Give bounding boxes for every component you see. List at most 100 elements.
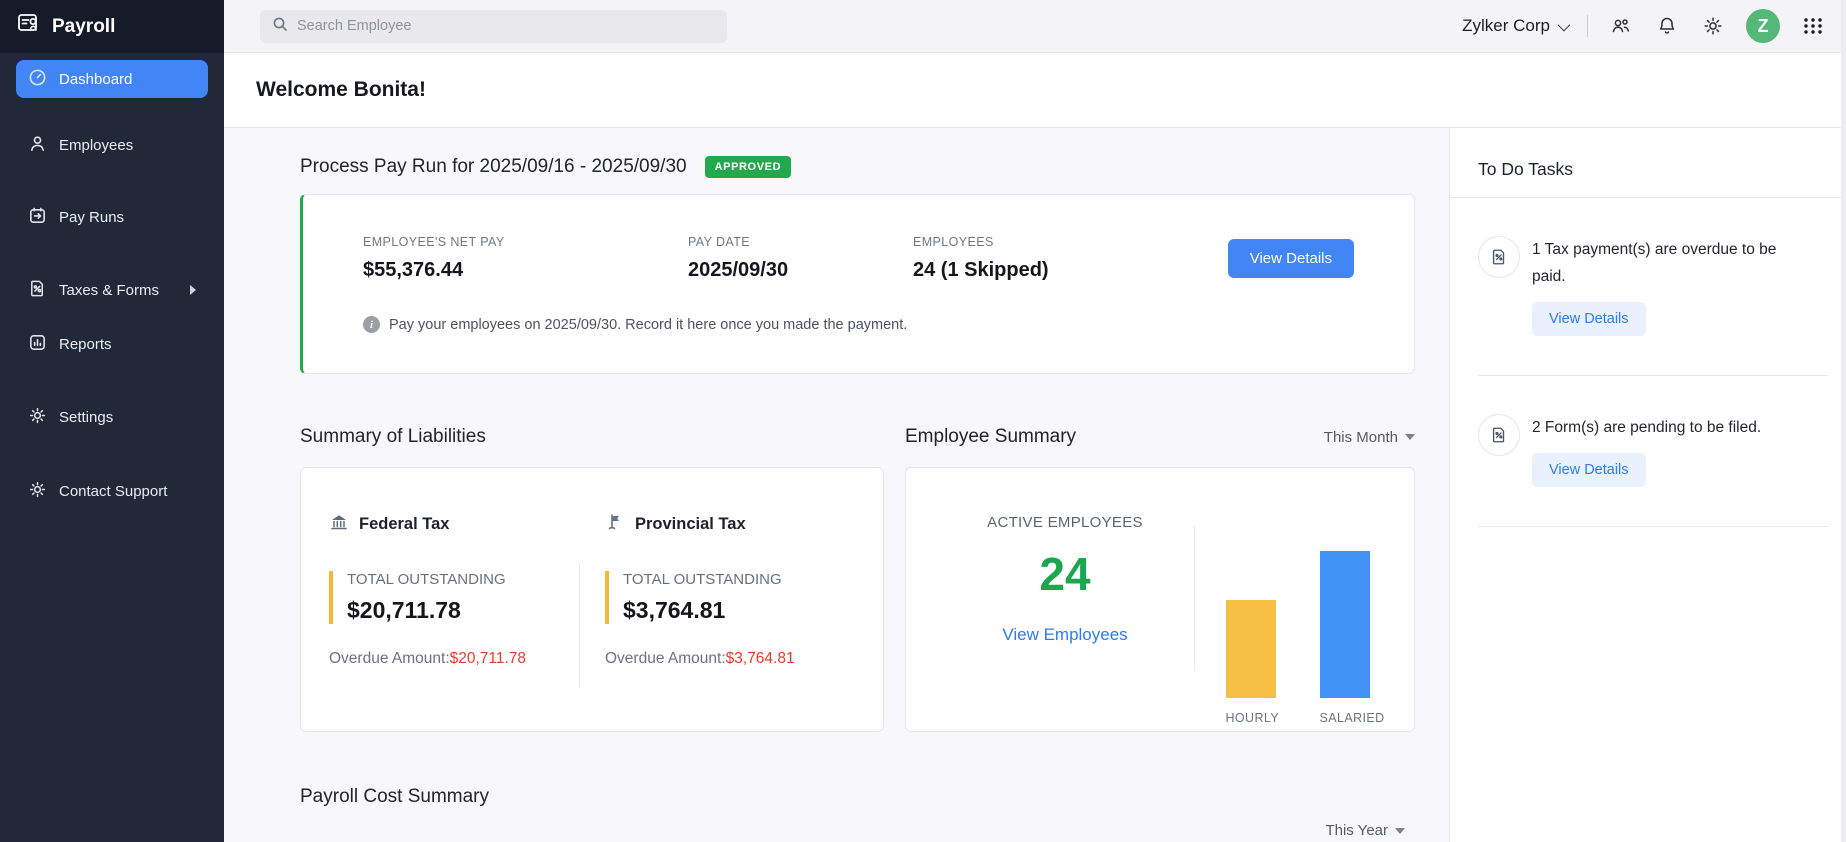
bank-icon — [329, 512, 349, 537]
sidebar-item-contact-support[interactable]: Contact Support — [16, 472, 208, 510]
view-employees-link[interactable]: View Employees — [1002, 625, 1127, 645]
org-switcher[interactable]: Zylker Corp — [1462, 16, 1571, 36]
stat-value: 2025/09/30 — [688, 259, 789, 281]
liabilities-section: Summary of Liabilities Federal Tax TOTAL… — [300, 425, 884, 732]
chart-divider — [1194, 526, 1195, 671]
outstanding-amount: $3,764.81 — [623, 597, 726, 623]
overdue-amount: $3,764.81 — [725, 650, 795, 667]
chevron-down-icon — [1557, 18, 1571, 31]
sidebar-item-label: Settings — [59, 408, 114, 426]
gear-icon[interactable] — [1700, 13, 1726, 39]
payroll-cost-heading: Payroll Cost Summary — [300, 786, 489, 807]
stat-value: $55,376.44 — [363, 259, 464, 281]
filter-value: This Year — [1325, 822, 1388, 839]
provincial-tax-block: Provincial Tax TOTAL OUTSTANDING $3,764.… — [580, 512, 795, 731]
pay-runs-icon — [28, 206, 47, 229]
task-view-details-button[interactable]: View Details — [1532, 453, 1646, 487]
note-text: Pay your employees on 2025/09/30. Record… — [389, 316, 908, 333]
outstanding-label: TOTAL OUTSTANDING — [347, 571, 506, 588]
sidebar-item-taxes-forms[interactable]: Taxes & Forms — [16, 271, 208, 309]
search-input[interactable] — [297, 18, 715, 34]
employee-type-chart: HOURLY SALARIED — [1205, 514, 1390, 731]
federal-overdue: Overdue Amount:$20,711.78 — [329, 650, 579, 668]
employee-summary-section: Employee Summary This Month ACTIVE EMPLO… — [905, 425, 1415, 732]
topbar-divider — [1587, 15, 1588, 37]
app-logo: Payroll — [0, 0, 224, 53]
topbar: Zylker Corp — [224, 0, 1846, 53]
app-title: Payroll — [52, 15, 116, 37]
liability-name: Federal Tax — [359, 515, 450, 533]
sidebar: Payroll Dashboard Employees Pay Runs Tax… — [0, 0, 224, 842]
outstanding-label: TOTAL OUTSTANDING — [623, 571, 782, 588]
taxes-forms-icon — [28, 279, 47, 302]
submenu-chevron-icon — [190, 285, 196, 295]
stat-employees: EMPLOYEES 24 (1 Skipped) — [913, 235, 1049, 282]
caret-down-icon — [1395, 827, 1405, 834]
flag-icon — [605, 512, 625, 537]
task-divider — [1478, 526, 1828, 527]
reports-icon — [28, 333, 47, 356]
sidebar-nav: Dashboard Employees Pay Runs Taxes & For… — [0, 53, 224, 510]
employees-icon — [28, 134, 47, 157]
todo-heading: To Do Tasks — [1478, 159, 1573, 179]
pay-run-card: EMPLOYEE'S NET PAY $55,376.44 PAY DATE 2… — [300, 194, 1415, 374]
pay-run-note: i Pay your employees on 2025/09/30. Reco… — [363, 316, 1354, 333]
sidebar-item-settings[interactable]: Settings — [16, 398, 208, 436]
employee-search[interactable] — [260, 9, 727, 43]
tax-document-icon — [1478, 236, 1520, 278]
view-details-button[interactable]: View Details — [1227, 239, 1354, 278]
overdue-amount: $20,711.78 — [449, 650, 527, 667]
task-text: 2 Form(s) are pending to be filed. — [1532, 419, 1762, 436]
liabilities-heading: Summary of Liabilities — [300, 426, 486, 447]
task-view-details-button[interactable]: View Details — [1532, 302, 1646, 336]
payroll-logo-icon — [16, 11, 42, 42]
todo-task-pending-forms: 2 Form(s) are pending to be filed. View … — [1450, 376, 1846, 487]
org-name: Zylker Corp — [1462, 16, 1550, 35]
dashboard-content: Process Pay Run for 2025/09/16 - 2025/09… — [224, 128, 1449, 842]
todo-task-tax-payments: 1 Tax payment(s) are overdue to be paid.… — [1450, 198, 1846, 336]
sidebar-item-reports[interactable]: Reports — [16, 325, 208, 363]
avatar-letter: Z — [1757, 15, 1769, 36]
stat-net-pay: EMPLOYEE'S NET PAY $55,376.44 — [363, 235, 688, 282]
stat-label: PAY DATE — [688, 235, 751, 249]
pay-run-header: Process Pay Run for 2025/09/16 - 2025/09… — [300, 156, 1415, 178]
federal-tax-block: Federal Tax TOTAL OUTSTANDING $20,711.78… — [329, 512, 579, 731]
sidebar-item-label: Pay Runs — [59, 208, 125, 226]
sidebar-item-label: Dashboard — [59, 70, 133, 88]
stat-pay-date: PAY DATE 2025/09/30 — [688, 235, 913, 282]
support-icon — [28, 480, 47, 503]
sidebar-item-dashboard[interactable]: Dashboard — [16, 60, 208, 98]
active-employees-block: ACTIVE EMPLOYEES 24 View Employees — [946, 514, 1184, 731]
main-column: Zylker Corp — [224, 0, 1846, 842]
bell-icon[interactable] — [1654, 13, 1680, 39]
employee-summary-card: ACTIVE EMPLOYEES 24 View Employees HOURL… — [905, 467, 1415, 732]
overdue-label: Overdue Amount: — [329, 650, 450, 667]
provincial-overdue: Overdue Amount:$3,764.81 — [605, 650, 795, 668]
page-title: Welcome Bonita! — [256, 78, 426, 101]
bar-label-hourly: HOURLY — [1225, 711, 1280, 725]
payroll-app: Payroll Dashboard Employees Pay Runs Tax… — [0, 0, 1846, 842]
sidebar-item-label: Contact Support — [59, 482, 168, 500]
month-filter-dropdown[interactable]: This Month — [1324, 429, 1415, 446]
caret-down-icon — [1405, 434, 1415, 440]
workspace: Process Pay Run for 2025/09/16 - 2025/09… — [224, 128, 1846, 842]
payroll-cost-section: Payroll Cost Summary This Year — [300, 786, 1415, 839]
status-badge: APPROVED — [704, 156, 792, 178]
year-filter-dropdown[interactable]: This Year — [1325, 822, 1415, 839]
todo-panel: To Do Tasks 1 Tax payment(s) are overdue… — [1449, 128, 1846, 842]
active-employees-label: ACTIVE EMPLOYEES — [987, 514, 1143, 531]
sidebar-item-pay-runs[interactable]: Pay Runs — [16, 198, 208, 236]
filter-value: This Month — [1323, 428, 1398, 446]
avatar[interactable]: Z — [1746, 9, 1780, 43]
page-scrollbar[interactable] — [1841, 0, 1846, 842]
hourly-bar — [1225, 600, 1276, 698]
sidebar-item-employees[interactable]: Employees — [16, 126, 208, 164]
bar-label-salaried: SALARIED — [1319, 711, 1385, 725]
liability-name: Provincial Tax — [635, 515, 746, 533]
apps-grid-icon[interactable] — [1800, 13, 1826, 39]
employee-summary-heading: Employee Summary — [905, 426, 1077, 447]
users-icon[interactable] — [1608, 13, 1634, 39]
provincial-outstanding: TOTAL OUTSTANDING $3,764.81 — [605, 571, 795, 624]
dashboard-icon — [28, 68, 47, 91]
sidebar-item-label: Taxes & Forms — [59, 281, 160, 299]
